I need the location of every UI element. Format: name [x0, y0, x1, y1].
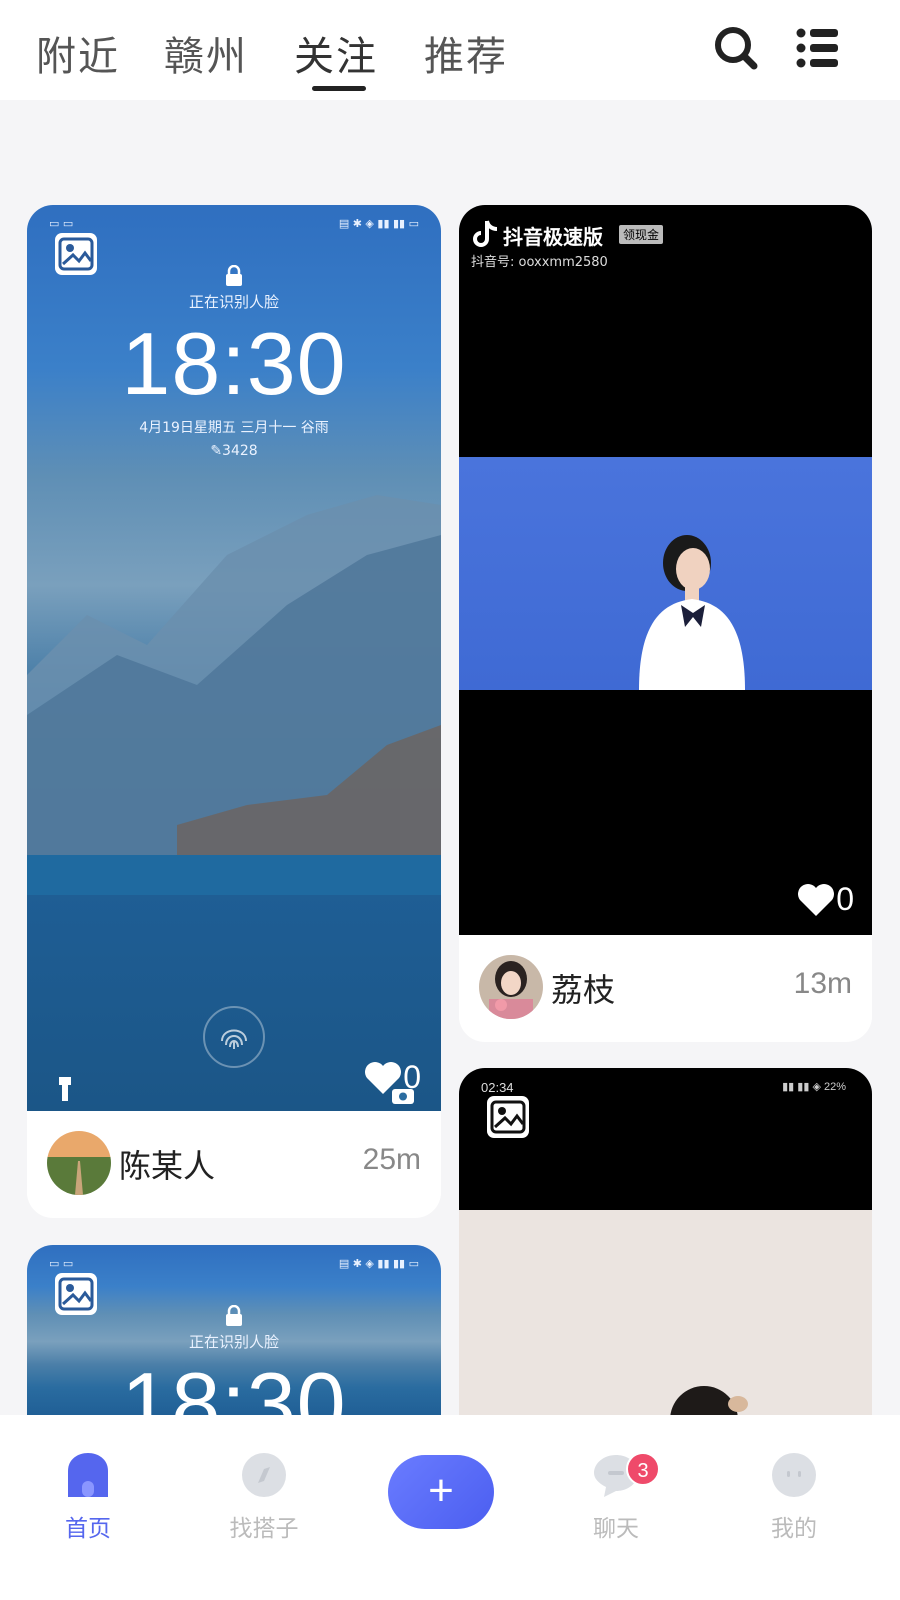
phone-status-bar: ▭ ▭ ▤ ✱ ◈ ▮▮ ▮▮ ▭: [49, 217, 419, 230]
distance-text: 13m: [793, 967, 852, 1000]
create-post-button[interactable]: +: [388, 1455, 494, 1529]
fingerprint-icon: [203, 1006, 265, 1068]
post-card[interactable]: 02:34 ▮▮ ▮▮ ◈ 22%: [459, 1068, 872, 1468]
top-bar: 附近 赣州 关注 推荐: [0, 0, 900, 100]
lock-steps: ✎3428: [27, 443, 441, 459]
avatar[interactable]: [479, 955, 543, 1019]
lock-icon: [226, 1305, 242, 1326]
author-name: 陈某人: [119, 1147, 216, 1185]
post-image: ▭ ▭ ▤ ✱ ◈ ▮▮ ▮▮ ▭ 正在识别人脸 18:30 4月19日星期五 三…: [27, 205, 441, 1111]
chat-unread-badge: 3: [626, 1452, 660, 1486]
author-name: 荔枝: [551, 971, 616, 1009]
phone-status-bar: ▭ ▭ ▤ ✱ ◈ ▮▮ ▮▮ ▭: [49, 1257, 419, 1270]
battery-text: 22%: [823, 1081, 846, 1093]
flashlight-icon: [59, 1077, 71, 1101]
nav-find-partner-label: 找搭子: [229, 1516, 299, 1542]
distance-text: 25m: [362, 1143, 421, 1176]
lock-clock: 18:30: [121, 314, 347, 413]
lock-status-text: 正在识别人脸: [188, 1333, 279, 1351]
active-tab-indicator: [312, 86, 366, 91]
image-badge-icon: [487, 1096, 529, 1138]
nav-profile[interactable]: 我的: [734, 1451, 854, 1543]
phone-status-bar: ▮▮ ▮▮ ◈ 22%: [782, 1080, 846, 1093]
lock-status-text: 正在识别人脸: [188, 293, 279, 311]
tab-following[interactable]: 关注: [294, 24, 378, 82]
lock-icon: [226, 265, 242, 286]
status-time: 02:34: [481, 1080, 514, 1095]
search-icon[interactable]: [710, 22, 762, 74]
steps-count: 3428: [222, 443, 258, 459]
post-image: 02:34 ▮▮ ▮▮ ◈ 22%: [459, 1068, 872, 1468]
plus-icon: +: [428, 1466, 454, 1515]
tab-recommend[interactable]: 推荐: [424, 24, 508, 82]
post-author-row[interactable]: 荔枝 13m: [459, 935, 872, 1041]
app-badge: 领现金: [619, 225, 664, 244]
signal-icons: ▮▮ ▮▮ ◈: [782, 1081, 824, 1093]
post-image: 抖音极速版 领现金 抖音号: ooxxmm2580 0: [459, 205, 872, 935]
douyin-logo-icon: [473, 220, 498, 247]
camera-icon: [392, 1089, 414, 1104]
image-badge-icon: [55, 233, 97, 275]
heart-icon[interactable]: [796, 882, 836, 918]
video-frame: [459, 457, 872, 690]
steps-icon: ✎: [210, 443, 223, 459]
like-count: 0: [836, 881, 854, 917]
like-counter[interactable]: 0: [796, 881, 854, 918]
menu-list-icon[interactable]: [792, 22, 844, 74]
nav-profile-label: 我的: [771, 1516, 817, 1542]
post-card[interactable]: ▭ ▭ ▤ ✱ ◈ ▮▮ ▮▮ ▭ 正在识别人脸 18:30 4月19日星期五 三…: [27, 205, 441, 1218]
tab-ganzhou[interactable]: 赣州: [164, 24, 248, 82]
lock-date: 4月19日星期五 三月十一 谷雨: [139, 420, 329, 436]
avatar[interactable]: [47, 1131, 111, 1195]
bottom-nav: 首页 找搭子 + 聊天 我的: [0, 1415, 900, 1600]
nav-find-partner[interactable]: 找搭子: [204, 1451, 324, 1543]
profile-face-icon[interactable]: [770, 1451, 818, 1499]
image-badge-icon: [55, 1273, 97, 1315]
nav-home-label: 首页: [65, 1516, 111, 1542]
nav-chat-label: 聊天: [593, 1516, 639, 1542]
mountain-scenery: [27, 495, 441, 895]
douyin-id: 抖音号: ooxxmm2580: [471, 255, 608, 270]
app-brand: 抖音极速版: [503, 225, 603, 249]
home-icon[interactable]: [64, 1451, 112, 1499]
post-author-row[interactable]: 陈某人 25m: [27, 1111, 441, 1217]
tab-nearby[interactable]: 附近: [36, 24, 120, 82]
post-card[interactable]: 抖音极速版 领现金 抖音号: ooxxmm2580 0 荔枝 13m: [459, 205, 872, 1042]
nav-home[interactable]: 首页: [28, 1451, 148, 1543]
person-figure: [639, 535, 745, 690]
compass-icon[interactable]: [240, 1451, 288, 1499]
